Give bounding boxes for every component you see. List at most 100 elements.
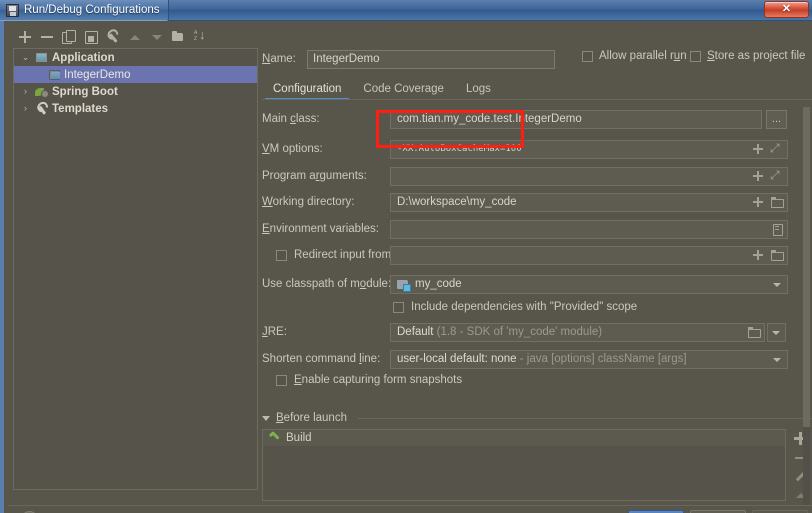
working-directory-adornments	[752, 194, 783, 211]
before-launch-header[interactable]: Before launch	[262, 411, 812, 425]
chevron-down-icon[interactable]: ⌄	[20, 53, 31, 62]
vm-options-label: VM options:	[262, 143, 390, 155]
main-class-row: Main class: com.tian.my_code.test.Intege…	[262, 109, 787, 129]
window-titlebar: Run/Debug Configurations ✕	[0, 0, 812, 21]
include-provided-scope-checkbox[interactable]: Include dependencies with "Provided" sco…	[393, 301, 637, 313]
use-classpath-dropdown[interactable]: my_code	[390, 275, 788, 294]
shorten-command-line-row: Shorten command line: user-local default…	[262, 349, 788, 369]
jre-value: Default (1.8 - SDK of 'my_code' module)	[397, 326, 602, 338]
checkbox-box[interactable]	[276, 250, 287, 261]
tab-code-coverage[interactable]: Code Coverage	[352, 83, 455, 100]
dialog-body: ⌄ Application IntegerDemo › Spring Boot	[0, 21, 812, 513]
program-arguments-input[interactable]	[390, 167, 788, 186]
working-directory-row: Working directory: D:\workspace\my_code	[262, 192, 788, 212]
chevron-down-icon[interactable]	[773, 283, 781, 287]
main-class-value: com.tian.my_code.test.IntegerDemo	[397, 113, 582, 125]
tree-item-templates[interactable]: › Templates	[14, 100, 257, 117]
redirect-input-row: Redirect input from:	[262, 245, 788, 265]
vm-options-row: VM options: -XX:AutoBoxCacheMax=100	[262, 139, 788, 159]
name-input[interactable]: IntegerDemo	[307, 50, 555, 69]
vm-options-input[interactable]: -XX:AutoBoxCacheMax=100	[390, 140, 788, 159]
jre-dropdown[interactable]: Default (1.8 - SDK of 'my_code' module)	[390, 323, 765, 342]
run-debug-configurations-dialog: Run/Debug Configurations ✕	[0, 0, 812, 513]
edit-list-icon[interactable]	[771, 223, 783, 235]
folder-icon[interactable]	[748, 326, 760, 338]
configurations-tree[interactable]: ⌄ Application IntegerDemo › Spring Boot	[13, 48, 258, 490]
folder-add-icon[interactable]	[172, 30, 186, 44]
copy-icon[interactable]	[62, 30, 76, 44]
program-arguments-label: Program arguments:	[262, 170, 390, 182]
checkbox-box[interactable]	[276, 375, 287, 386]
folder-icon[interactable]	[771, 249, 783, 261]
editor-tabs: Configuration Code Coverage Logs	[262, 78, 812, 100]
section-divider	[358, 418, 812, 419]
redirect-input-adornments	[752, 247, 783, 264]
application-icon	[35, 52, 48, 63]
folder-icon[interactable]	[771, 196, 783, 208]
tree-item-label: IntegerDemo	[64, 69, 130, 81]
store-as-project-file-checkbox[interactable]: Store as project file	[690, 50, 812, 62]
allow-parallel-run-label: Allow parallel run	[599, 50, 687, 62]
shorten-command-line-main: user-local default: none	[397, 353, 517, 365]
main-class-input[interactable]: com.tian.my_code.test.IntegerDemo	[390, 110, 762, 129]
before-launch-title: Before launch	[276, 412, 347, 424]
checkbox-box[interactable]	[582, 51, 593, 62]
jre-dropdown-button[interactable]	[767, 323, 786, 342]
before-launch-list[interactable]: Build	[262, 429, 786, 501]
chevron-down-icon[interactable]	[773, 358, 781, 362]
insert-macro-icon[interactable]	[752, 170, 764, 182]
chevron-right-icon[interactable]: ›	[20, 87, 31, 96]
floppy-disk-icon	[6, 4, 19, 17]
environment-variables-adornments	[771, 221, 783, 238]
include-provided-scope-label: Include dependencies with "Provided" sco…	[411, 301, 637, 313]
main-class-browse-button[interactable]: ...	[766, 110, 787, 129]
shorten-command-line-dropdown[interactable]: user-local default: none - java [options…	[390, 350, 788, 369]
insert-macro-icon[interactable]	[752, 143, 764, 155]
insert-macro-icon[interactable]	[752, 196, 764, 208]
redirect-input-field[interactable]	[390, 246, 788, 265]
use-classpath-label: Use classpath of module:	[262, 278, 390, 290]
tab-configuration[interactable]: Configuration	[262, 83, 352, 100]
enable-form-snapshots-checkbox[interactable]: Enable capturing form snapshots	[276, 374, 462, 386]
working-directory-input[interactable]: D:\workspace\my_code	[390, 193, 788, 212]
tab-logs[interactable]: Logs	[455, 83, 502, 100]
chevron-right-icon[interactable]: ›	[20, 104, 31, 113]
shorten-command-line-value: user-local default: none - java [options…	[397, 353, 687, 365]
checkbox-box[interactable]	[393, 302, 404, 313]
window-title-group: Run/Debug Configurations	[0, 0, 169, 21]
editor-scrollbar[interactable]	[803, 107, 810, 505]
tree-item-integerdemo[interactable]: IntegerDemo	[14, 66, 257, 83]
program-arguments-adornments	[752, 168, 783, 185]
build-hammer-icon	[268, 432, 281, 444]
redirect-input-checkbox[interactable]: Redirect input from:	[262, 249, 390, 261]
store-as-project-file-label: Store as project file	[707, 50, 805, 62]
before-launch-item-label: Build	[286, 432, 312, 444]
tree-item-application[interactable]: ⌄ Application	[14, 49, 257, 66]
plus-icon[interactable]	[18, 30, 32, 44]
wrench-icon[interactable]	[103, 27, 123, 47]
sort-az-icon[interactable]	[194, 30, 208, 44]
redirect-input-label: Redirect input from:	[294, 249, 394, 261]
allow-parallel-run-checkbox[interactable]: Allow parallel run	[582, 50, 687, 62]
configuration-editor-pane: Name: IntegerDemo Allow parallel run Sto…	[262, 21, 812, 513]
arrow-down-icon[interactable]	[150, 30, 164, 44]
save-icon[interactable]	[84, 30, 98, 44]
arrow-up-icon[interactable]	[128, 30, 142, 44]
spring-boot-icon	[35, 86, 48, 98]
close-window-button[interactable]: ✕	[764, 1, 809, 18]
tab-label: Configuration	[273, 83, 341, 95]
configurations-pane: ⌄ Application IntegerDemo › Spring Boot	[13, 26, 258, 491]
scrollbar-thumb[interactable]	[803, 107, 810, 427]
name-input-value: IntegerDemo	[313, 53, 379, 65]
expand-editor-icon[interactable]	[771, 170, 783, 182]
before-launch-item-build[interactable]: Build	[263, 430, 785, 446]
checkbox-box[interactable]	[690, 51, 701, 62]
environment-variables-label: Environment variables:	[262, 223, 390, 235]
expand-editor-icon[interactable]	[771, 143, 783, 155]
configurations-toolbar	[18, 28, 208, 46]
chevron-down-icon[interactable]	[262, 416, 270, 421]
minus-icon[interactable]	[40, 30, 54, 44]
environment-variables-input[interactable]	[390, 220, 788, 239]
insert-macro-icon[interactable]	[752, 249, 764, 261]
tree-item-spring-boot[interactable]: › Spring Boot	[14, 83, 257, 100]
